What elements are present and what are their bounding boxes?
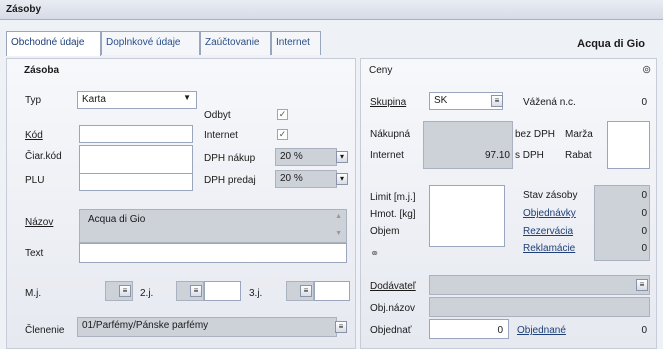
dph-predaj-label: DPH predaj [204,175,256,186]
hmot-label: Hmot. [kg] [370,209,416,220]
mj2-input[interactable] [204,281,241,301]
tab-doplnkove-udaje[interactable]: Doplnkové údaje [101,31,200,55]
tab-obchodne-udaje[interactable]: Obchodné údaje [6,31,101,56]
vazena-nc-label: Vážená n.c. [523,97,576,108]
settings-icon[interactable]: ⊚ [642,63,651,76]
stav-zasoby-value: 0 [641,190,647,201]
limit-label: Limit [m.j.] [370,192,416,203]
clenenie-label: Členenie [25,325,65,336]
tab-internet[interactable]: Internet [271,31,321,55]
skupina-label: Skupina [370,97,407,108]
objem-label: Objem [370,226,400,237]
mj-label: M.j. [25,288,42,299]
bez-dph-label: bez DPH [515,129,556,140]
objednane-link[interactable]: Objednané [517,325,566,336]
nazov-value: Acqua di Gio [88,214,146,225]
mj2-label: 2.j. [140,288,154,299]
kod-input[interactable] [79,125,193,143]
ciarkod-label: Čiar.kód [25,151,62,162]
skupina-dropdown-icon[interactable]: ≡ [491,95,503,107]
typ-label: Typ [25,95,42,106]
vazena-nc-value: 0 [641,97,647,108]
odbyt-checkbox[interactable]: ✓ [277,109,288,120]
internet-label: Internet [204,130,238,141]
limit-weight-volume-box[interactable] [429,185,505,247]
kod-label: Kód [25,130,43,141]
ceny-panel: Ceny ⊚ Skupina SK ≡ Vážená n.c. 0 97.10 … [360,58,657,349]
nazov-label: Názov [25,217,54,228]
window-title: Zásoby [6,4,42,15]
dph-nakup-value: 20 % [280,151,303,162]
dph-nakup-select[interactable]: 20 % [275,148,337,166]
text-label: Text [25,248,44,259]
internet-price-value: 97.10 [484,150,510,161]
dph-nakup-dropdown-icon[interactable]: ▾ [336,151,348,163]
nakupna-price-box[interactable] [423,121,513,169]
plu-input[interactable] [79,173,193,191]
dph-predaj-select[interactable]: 20 % [275,170,337,188]
document-title: Acqua di Gio [577,38,645,50]
s-dph-label: s DPH [515,150,544,161]
zasoba-panel: Zásoba Typ Karta ▼ Kód Čiar.kód PLU Odby… [6,58,356,349]
scroll-down-icon[interactable]: ▼ [335,230,342,237]
internet-price-label: Internet [370,150,404,161]
nakupna-label: Nákupná [370,129,411,140]
mj3-label: 3.j. [249,288,263,299]
typ-select[interactable]: Karta ▼ [77,91,197,109]
objednat-value: 0 [497,325,503,336]
ceny-section-title: Ceny [369,65,393,76]
obj-nazov-label: Obj.názov [370,303,416,314]
typ-value: Karta [82,94,106,105]
obj-nazov-input[interactable] [429,297,650,317]
mj3-input[interactable] [314,281,350,301]
scroll-up-icon[interactable]: ▲ [335,213,342,220]
skupina-value: SK [434,95,448,106]
clenenie-select[interactable]: 01/Parfémy/Pánske parfémy [77,317,337,337]
mj-dropdown-icon[interactable]: ≡ [119,285,131,297]
stav-zasoby-label: Stav zásoby [523,190,578,201]
tab-zauctovanie[interactable]: Zaúčtovanie [200,31,271,55]
dph-nakup-label: DPH nákup [204,153,256,164]
reklamacie-value: 0 [641,243,647,254]
nazov-input[interactable]: Acqua di Gio ▲ ▼ [79,209,347,243]
odbyt-label: Odbyt [204,110,231,121]
objednavky-value: 0 [641,208,647,219]
objednane-value: 0 [641,325,647,336]
dph-predaj-value: 20 % [280,173,303,184]
rezervacia-value: 0 [641,226,647,237]
plu-label: PLU [25,175,45,186]
ciarkod-input[interactable] [79,145,193,175]
rezervacia-link[interactable]: Rezervácia [523,226,573,237]
dodavatel-select[interactable] [429,275,650,295]
window-titlebar: Zásoby [0,0,663,20]
dph-predaj-dropdown-icon[interactable]: ▾ [336,173,348,185]
dropdown-arrow-icon: ▼ [183,93,191,102]
zasoba-section-title: Zásoba [24,65,60,76]
reklamacie-link[interactable]: Reklamácie [523,243,575,254]
mj3-dropdown-icon[interactable]: ≡ [300,285,312,297]
text-input[interactable] [79,243,347,263]
mj2-dropdown-icon[interactable]: ≡ [190,285,202,297]
dodavatel-label: Dodávateľ [370,281,416,292]
clenenie-value: 01/Parfémy/Pánske parfémy [82,320,209,331]
objednavky-link[interactable]: Objednávky [523,208,576,219]
objednat-label: Objednať [370,325,412,336]
internet-checkbox[interactable]: ✓ [277,129,288,140]
clenenie-dropdown-icon[interactable]: ≡ [335,321,347,333]
attachment-icon[interactable]: ⚭ [370,247,379,260]
marza-label: Marža [565,129,593,140]
marza-rabat-box[interactable] [607,121,650,169]
rabat-label: Rabat [565,150,592,161]
dodavatel-dropdown-icon[interactable]: ≡ [636,279,648,291]
